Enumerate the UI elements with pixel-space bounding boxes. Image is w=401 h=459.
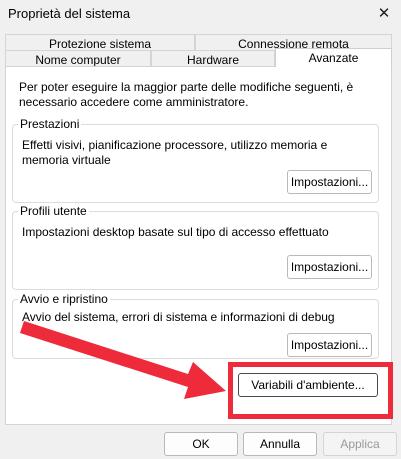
ok-button[interactable]: OK xyxy=(164,432,238,456)
annotation-arrow-shape xyxy=(20,321,226,399)
annotation-highlight-box xyxy=(228,362,393,419)
apply-button[interactable]: Applica xyxy=(323,432,397,456)
tab-avanzate[interactable]: Avanzate xyxy=(275,48,392,67)
cancel-button[interactable]: Annulla xyxy=(243,432,317,456)
